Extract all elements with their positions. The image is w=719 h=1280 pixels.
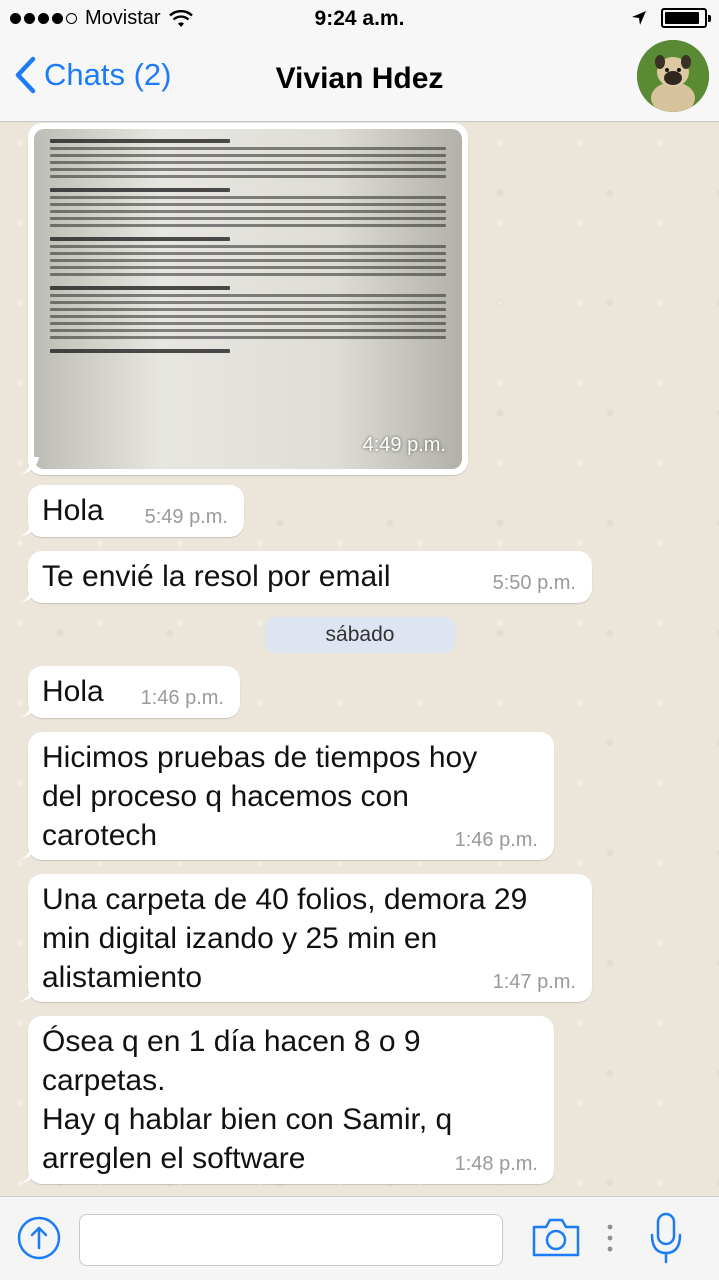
- avatar[interactable]: [637, 40, 709, 112]
- message-bubble[interactable]: Hola 1:46 p.m.: [19, 666, 240, 718]
- document-photo: 4:49 p.m.: [34, 129, 462, 469]
- bubble-tail: [19, 700, 39, 718]
- microphone-icon[interactable]: [648, 1211, 684, 1265]
- status-time: 9:24 a.m.: [314, 7, 405, 30]
- bubble-tail: [19, 519, 39, 537]
- message-bubble[interactable]: Hola 5:49 p.m.: [19, 485, 244, 537]
- message-time: 5:50 p.m.: [492, 572, 576, 594]
- message-input-bar: [0, 1196, 719, 1280]
- message-time: 4:49 p.m.: [362, 434, 446, 456]
- bubble-tail: [19, 457, 39, 475]
- pug-photo: [637, 40, 709, 112]
- bubble-tail: [19, 585, 39, 603]
- message-time: 1:47 p.m.: [492, 971, 576, 993]
- bubble-tail: [19, 984, 39, 1002]
- message-bubble[interactable]: Hicimos pruebas de tiempos hoy del proce…: [19, 732, 554, 860]
- date-divider: sábado: [265, 617, 455, 653]
- message-bubble[interactable]: Te envié la resol por email 5:50 p.m.: [19, 551, 592, 603]
- bubble-tail: [19, 842, 39, 860]
- location-arrow-icon: [632, 11, 646, 25]
- more-icon[interactable]: [604, 1223, 616, 1253]
- message-bubble[interactable]: Una carpeta de 40 folios, demora 29 min …: [19, 874, 592, 1002]
- message-bubble[interactable]: Ósea q en 1 día hacen 8 o 9 carpetas. Ha…: [19, 1016, 554, 1184]
- battery-level: [665, 12, 700, 24]
- chat-header: Chats (2) Vivian Hdez: [0, 38, 719, 122]
- chat-area[interactable]: 4:49 p.m. Hola 5:49 p.m. Te envié la res…: [0, 123, 719, 1196]
- camera-icon[interactable]: [530, 1215, 582, 1261]
- upload-icon[interactable]: [16, 1215, 62, 1261]
- message-time: 5:49 p.m.: [144, 506, 228, 528]
- status-bar: Movistar 9:24 a.m.: [0, 0, 719, 38]
- message-time: 1:46 p.m.: [454, 829, 538, 851]
- message-input[interactable]: [79, 1214, 503, 1266]
- battery-icon: [661, 8, 711, 28]
- bubble-tail: [19, 1166, 39, 1184]
- contact-name[interactable]: Vivian Hdez: [0, 62, 719, 96]
- message-time: 1:48 p.m.: [454, 1153, 538, 1175]
- status-indicators: [631, 8, 711, 28]
- image-message[interactable]: 4:49 p.m.: [19, 123, 468, 475]
- message-time: 1:46 p.m.: [140, 687, 224, 709]
